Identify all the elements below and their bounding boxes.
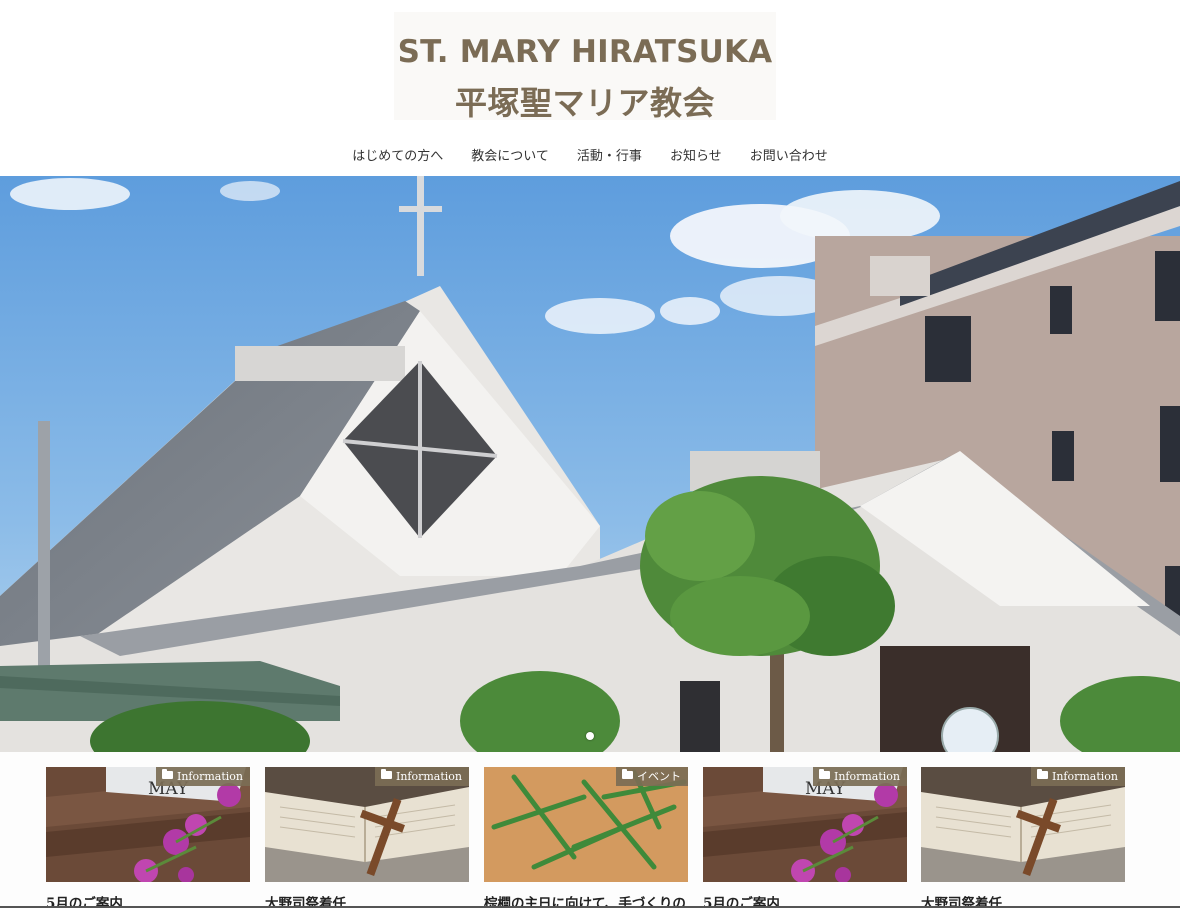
folder-icon [1036, 769, 1048, 779]
post-thumbnail[interactable]: MAY Information [703, 767, 907, 882]
post-category-label: Information [176, 770, 243, 783]
post-thumbnail[interactable]: Information [265, 767, 469, 882]
global-nav: はじめての方へ 教会について 活動・行事 お知らせ お問い合わせ [0, 140, 1180, 170]
hero-church-image [0, 176, 1180, 752]
post-card[interactable]: イベント 棕櫚の主日に向けて、手づくりの [484, 767, 688, 908]
post-category-badge[interactable]: Information [155, 767, 250, 786]
nav-item-activities[interactable]: 活動・行事 [563, 140, 656, 169]
logo-title-en: ST. MARY HIRATSUKA [397, 34, 773, 70]
folder-icon [380, 769, 392, 779]
post-thumbnail[interactable]: MAY Information [46, 767, 250, 882]
nav-item-first-visit[interactable]: はじめての方へ [338, 140, 457, 169]
post-category-badge[interactable]: Information [1030, 767, 1125, 786]
nav-item-news[interactable]: お知らせ [656, 140, 736, 169]
site-header: ST. MARY HIRATSUKA 平塚聖マリア教会 はじめての方へ 教会につ… [0, 0, 1180, 176]
post-category-badge[interactable]: Information [374, 767, 469, 786]
site-logo[interactable]: ST. MARY HIRATSUKA 平塚聖マリア教会 [394, 12, 776, 122]
post-thumbnail[interactable]: イベント [484, 767, 688, 882]
nav-item-about-church[interactable]: 教会について [457, 140, 563, 169]
post-card[interactable]: MAY Information 5月のご案内 [703, 767, 907, 908]
hero-pagination-dot[interactable] [586, 732, 594, 740]
post-card[interactable]: MAY Information 5月のご案内 [46, 767, 250, 908]
post-category-label: Information [1051, 770, 1118, 783]
post-card[interactable]: Information 大野司祭着任 [265, 767, 469, 908]
post-thumbnail[interactable]: Information [921, 767, 1125, 882]
folder-icon [161, 769, 173, 779]
folder-icon [622, 769, 633, 779]
hero-slider[interactable] [0, 176, 1180, 752]
post-category-badge[interactable]: イベント [616, 767, 688, 786]
hero-pagination [0, 732, 1180, 740]
folder-icon [818, 769, 830, 779]
post-card[interactable]: Information 大野司祭着任 [921, 767, 1125, 908]
logo-title-ja: 平塚聖マリア教会 [454, 84, 715, 122]
post-category-label: Information [833, 770, 900, 783]
recent-posts: MAY Information 5月のご案内 Information 大野司祭着… [0, 752, 1180, 908]
post-category-label: イベント [637, 770, 681, 783]
post-category-badge[interactable]: Information [812, 767, 907, 786]
nav-item-contact[interactable]: お問い合わせ [736, 140, 842, 169]
post-category-label: Information [395, 770, 462, 783]
